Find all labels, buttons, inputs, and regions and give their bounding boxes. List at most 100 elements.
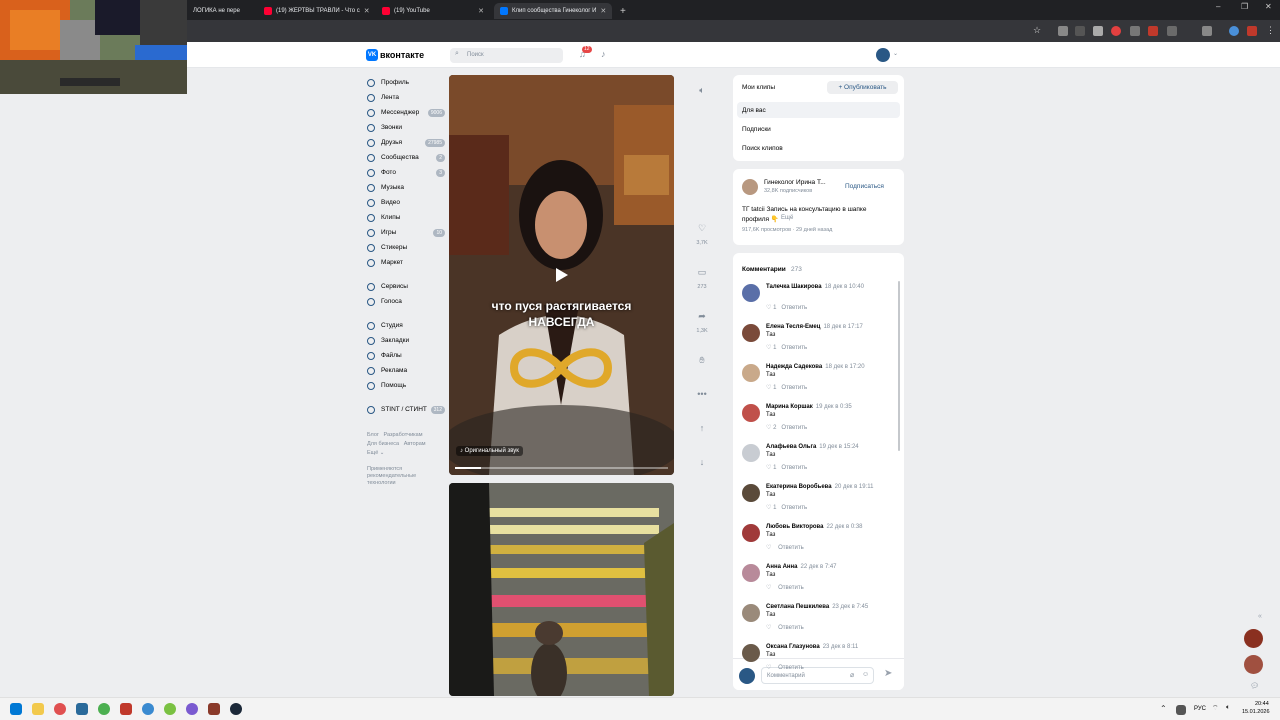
minimize-button[interactable]: – [1216, 2, 1220, 11]
chat-avatar[interactable] [1244, 655, 1263, 674]
chat-icon[interactable]: 💬︎ [1250, 682, 1259, 690]
app-icon[interactable] [76, 703, 88, 715]
chat-avatar[interactable] [1244, 629, 1263, 648]
reply-link[interactable]: Ответить [778, 585, 804, 591]
sidebar-item[interactable]: Профиль [367, 75, 445, 90]
comment-author[interactable]: Елена Тесля-Емец 18 дек в 17:17 [766, 324, 863, 330]
comment-avatar[interactable] [742, 404, 760, 422]
comment-avatar[interactable] [742, 284, 760, 302]
sidebar-item[interactable]: Музыка [367, 180, 445, 195]
heart-icon[interactable]: ♡ [766, 385, 771, 391]
comment-avatar[interactable] [742, 484, 760, 502]
comment-author[interactable]: Марина Коршак 19 дек в 0:35 [766, 404, 852, 410]
comment-avatar[interactable] [742, 324, 760, 342]
clock-date[interactable]: 15.01.2026 [1242, 709, 1270, 715]
reply-link[interactable]: Ответить [781, 305, 807, 311]
video-progress-bar[interactable] [455, 467, 668, 469]
sidebar-item[interactable]: Маркет [367, 255, 445, 270]
heart-icon[interactable]: ♡ [766, 585, 771, 591]
close-icon[interactable]: ✕ [600, 7, 606, 15]
rec-tech-note[interactable]: Применяются рекомендательные технологии [367, 466, 429, 487]
heart-icon[interactable]: ♡ [766, 545, 771, 551]
description-more-link[interactable]: Ещё [781, 215, 793, 221]
menu-item-for-you[interactable]: Для вас [737, 102, 900, 118]
volume-icon[interactable]: 🔈︎ [1226, 704, 1230, 712]
profile-icon[interactable] [1229, 26, 1239, 36]
sidebar-item[interactable]: Видео [367, 195, 445, 210]
mute-button[interactable]: 🔈︎ [692, 80, 712, 100]
extension-icon[interactable] [1247, 26, 1257, 36]
extension-icon[interactable] [1130, 26, 1140, 36]
app-icon[interactable] [164, 703, 176, 715]
sidebar-item[interactable]: Студия [367, 318, 445, 333]
clip-video-player[interactable]: что пуся растягивается НАВСЕГДА ♪ Оригин… [449, 75, 674, 475]
comment-author[interactable]: Алафьева Ольга 19 дек в 15:24 [766, 444, 859, 450]
sidebar-item[interactable]: Игры 10 [367, 225, 445, 240]
steam-icon[interactable] [230, 703, 242, 715]
discord-icon[interactable] [186, 703, 198, 715]
vk-logo-icon[interactable]: VK [366, 49, 378, 61]
more-button[interactable]: ••• [692, 384, 712, 404]
comment-author[interactable]: Анна Анна 22 дек в 7:47 [766, 564, 837, 570]
reply-link[interactable]: Ответить [781, 505, 807, 511]
tray-icon[interactable] [1176, 705, 1186, 715]
footer-more-link[interactable]: Ещё ⌄ [367, 450, 384, 456]
heart-icon[interactable]: ♡ [766, 465, 771, 471]
app-icon[interactable] [120, 703, 132, 715]
menu-item-subscriptions[interactable]: Подписки [742, 126, 771, 133]
comment-author[interactable]: Надежда Садекова 18 дек в 17:20 [766, 364, 865, 370]
send-icon[interactable]: ➤ [884, 668, 892, 679]
comment-author[interactable]: Талечка Шакирова 18 дек в 10:40 [766, 284, 864, 290]
emoji-icon[interactable]: ☺ [862, 671, 869, 678]
comment-author[interactable]: Любовь Викторова 22 дек в 0:38 [766, 524, 863, 530]
language-indicator[interactable]: РУС [1194, 706, 1206, 712]
file-explorer-icon[interactable] [32, 703, 44, 715]
extension-icon[interactable] [1167, 26, 1177, 36]
heart-icon[interactable]: ♡ [766, 425, 771, 431]
reply-link[interactable]: Ответить [781, 345, 807, 351]
app-icon[interactable] [208, 703, 220, 715]
sidebar-item[interactable]: Сервисы [367, 279, 445, 294]
sidebar-item[interactable]: STINT / СТИНТ 312 [367, 402, 445, 417]
collapse-icon[interactable]: « [1258, 613, 1262, 620]
close-window-button[interactable]: ✕ [1265, 2, 1272, 11]
comment-avatar[interactable] [742, 364, 760, 382]
sidebar-item[interactable]: Фото 3 [367, 165, 445, 180]
puzzle-icon[interactable] [1202, 26, 1212, 36]
comment-avatar[interactable] [742, 444, 760, 462]
heart-icon[interactable]: ♡ [766, 505, 771, 511]
clock-time[interactable]: 20:44 [1255, 701, 1269, 707]
new-tab-button[interactable]: + [614, 3, 632, 19]
tab-logika[interactable]: ЛОГИКА не пере [187, 3, 255, 19]
comment-avatar[interactable] [742, 604, 760, 622]
extension-icon[interactable] [1093, 26, 1103, 36]
heart-icon[interactable]: ♡ [766, 665, 771, 671]
browser-icon[interactable] [54, 703, 66, 715]
extension-icon[interactable] [1148, 26, 1158, 36]
publish-button[interactable]: + Опубликовать [827, 81, 898, 94]
my-clips-link[interactable]: Мои клипы [742, 84, 775, 91]
search-input[interactable]: ⌕ Поиск [450, 48, 563, 63]
heart-icon[interactable]: ♡ [766, 625, 771, 631]
windows-start-icon[interactable] [10, 703, 22, 715]
app-icon[interactable] [142, 703, 154, 715]
music-icon[interactable]: ♪ [601, 49, 606, 59]
footer-authors-link[interactable]: Авторам [404, 441, 426, 447]
reply-link[interactable]: Ответить [781, 465, 807, 471]
reply-link[interactable]: Ответить [781, 385, 807, 391]
comment-avatar[interactable] [742, 524, 760, 542]
comment-avatar[interactable] [742, 644, 760, 662]
reply-link[interactable]: Ответить [781, 425, 807, 431]
star-icon[interactable]: ☆ [1033, 25, 1041, 36]
like-button[interactable]: ♡ 3,7K [692, 218, 712, 246]
sidebar-item[interactable]: Помощь [367, 378, 445, 393]
comment-author[interactable]: Оксана Глазунова 23 дек в 8:11 [766, 644, 858, 650]
extension-icon[interactable] [1058, 26, 1068, 36]
menu-item-search-clips[interactable]: Поиск клипов [742, 145, 783, 152]
comment-author[interactable]: Екатерина Воробьева 20 дек в 19:11 [766, 484, 874, 490]
next-clip-preview[interactable] [449, 483, 674, 696]
next-clip-button[interactable]: ↓ [692, 452, 712, 472]
reply-link[interactable]: Ответить [778, 545, 804, 551]
share-button[interactable]: ➦ 1,3K [692, 306, 712, 334]
tab-vk-clip[interactable]: Клип сообщества Гинеколог И ✕ [494, 3, 612, 19]
